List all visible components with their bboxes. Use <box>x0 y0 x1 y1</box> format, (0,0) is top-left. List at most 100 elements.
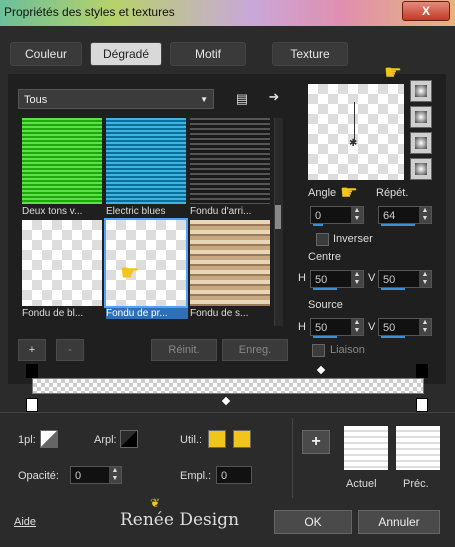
center-h-slider[interactable] <box>313 288 337 290</box>
title-bar: Propriétés des styles et textures X <box>0 0 455 26</box>
center-marker-icon: ✱ <box>349 138 358 149</box>
center-v-value: 50 <box>383 274 396 286</box>
spinner-icon[interactable]: ▲ ▼ <box>351 207 363 223</box>
angle-slider[interactable] <box>313 224 323 226</box>
radial-style-button[interactable] <box>410 158 432 180</box>
repeat-label: Répét. <box>376 187 409 199</box>
bottom-stop-marker[interactable] <box>416 398 428 412</box>
remove-gradient-button[interactable]: - <box>56 339 84 361</box>
invert-checkbox[interactable] <box>316 233 329 246</box>
pointing-hand-icon: ☛ <box>340 182 358 204</box>
source-h-slider[interactable] <box>313 336 337 338</box>
rectangular-style-button[interactable] <box>410 106 432 128</box>
empl-value: 0 <box>221 470 228 482</box>
opacity-field[interactable]: 0 ▲ ▼ <box>70 466 122 484</box>
repeat-slider[interactable] <box>381 224 415 226</box>
spinner-icon[interactable]: ▲ ▼ <box>419 319 431 335</box>
tab-pattern[interactable]: Motif <box>170 42 246 66</box>
thumb-swatch <box>106 118 186 204</box>
watermark-logo: Renée Design <box>120 510 240 530</box>
thumb-swatch <box>104 218 188 308</box>
thumb-label: Fondu de pr... <box>106 308 188 319</box>
pointing-hand-icon: ☛ <box>120 260 140 285</box>
color-swatch-2[interactable] <box>233 430 251 448</box>
center-v-field[interactable]: 50 ▲ ▼ <box>378 270 432 290</box>
top-stop-marker[interactable] <box>26 364 38 378</box>
divider <box>292 418 293 498</box>
category-value: Tous <box>24 94 48 106</box>
gradient-thumb-5[interactable]: ☛ Fondu de pr... <box>104 218 188 319</box>
center-h-value: 50 <box>315 274 328 286</box>
save-button[interactable]: Enreg. <box>222 339 288 361</box>
add-gradient-button[interactable]: + <box>18 339 46 361</box>
thumb-label: Fondu de s... <box>190 308 249 319</box>
opacity-label: Opacité: <box>18 470 59 482</box>
util-label: Util.: <box>180 434 202 446</box>
close-button[interactable]: X <box>402 1 450 21</box>
tab-gradient[interactable]: Dégradé <box>90 42 162 66</box>
center-h-label: H <box>298 272 306 284</box>
source-v-field[interactable]: 50 ▲ ▼ <box>378 318 432 338</box>
category-dropdown[interactable]: Tous ▼ <box>18 89 214 109</box>
scrollbar-thumb[interactable] <box>275 205 281 229</box>
thumb-label: Electric blues <box>106 206 166 217</box>
source-h-label: H <box>298 321 306 333</box>
spinner-icon[interactable]: ▲ ▼ <box>419 207 431 223</box>
empl-label: Empl.: <box>180 470 212 482</box>
gradient-thumb-4[interactable]: Fondu de bl... <box>22 220 102 319</box>
thumb-swatch <box>22 220 102 306</box>
document-icon[interactable]: ▤ <box>234 91 250 107</box>
gradient-thumb-3[interactable]: Fondu d'arri... <box>190 118 270 217</box>
tab-texture[interactable]: Texture <box>272 42 348 66</box>
source-v-value: 50 <box>383 322 396 334</box>
spinner-icon[interactable]: ▲ ▼ <box>419 271 431 287</box>
color-swatch-1[interactable] <box>208 430 226 448</box>
source-label: Source <box>308 299 343 311</box>
gradient-bar[interactable] <box>32 378 424 394</box>
tab-color[interactable]: Couleur <box>10 42 82 66</box>
center-label: Centre <box>308 251 342 263</box>
thumb-label: Fondu de bl... <box>22 308 84 319</box>
ok-button[interactable]: OK <box>274 510 352 534</box>
current-swatch[interactable] <box>344 426 388 470</box>
angle-label: Angle <box>308 187 337 199</box>
center-v-label: V <box>368 272 376 284</box>
link-checkbox[interactable] <box>312 344 325 357</box>
bottom-stop-marker[interactable] <box>26 398 38 412</box>
divider <box>0 412 455 413</box>
gradient-preview[interactable]: ✱ <box>308 84 404 180</box>
gradient-thumb-6[interactable]: Fondu de s... <box>190 220 270 319</box>
arpl-swatch[interactable] <box>120 430 138 448</box>
add-to-swatches-button[interactable]: + <box>302 430 330 454</box>
linear-style-button[interactable] <box>410 80 432 102</box>
source-h-field[interactable]: 50 ▲ ▼ <box>310 318 364 338</box>
help-link[interactable]: Aide <box>14 516 36 528</box>
invert-label: Inverser <box>333 233 373 245</box>
sunburst-style-button[interactable] <box>410 132 432 154</box>
top-stop-marker[interactable] <box>416 364 428 378</box>
source-v-slider[interactable] <box>381 336 405 338</box>
gradient-thumb-1[interactable]: Deux tons v... <box>22 118 102 217</box>
butterfly-icon: ❦ <box>150 496 161 510</box>
thumb-swatch <box>190 220 270 306</box>
repeat-value: 64 <box>383 210 396 222</box>
opacity-stop-swatch[interactable] <box>40 430 58 448</box>
empl-field[interactable]: 0 <box>216 466 252 484</box>
midpoint-marker[interactable] <box>221 396 231 406</box>
spinner-icon[interactable]: ▲ ▼ <box>109 467 121 483</box>
spinner-icon[interactable]: ▲ ▼ <box>351 319 363 335</box>
center-h-field[interactable]: 50 ▲ ▼ <box>310 270 364 290</box>
repeat-field[interactable]: 64 ▲ ▼ <box>378 206 432 226</box>
arrow-right-icon[interactable]: ➜ <box>266 89 282 105</box>
angle-line <box>354 102 355 142</box>
cancel-button[interactable]: Annuler <box>358 510 440 534</box>
opacity-stop-label: 1pl: <box>18 434 36 446</box>
previous-swatch[interactable] <box>396 426 440 470</box>
center-v-slider[interactable] <box>381 288 405 290</box>
angle-field[interactable]: 0 ▲ ▼ <box>310 206 364 226</box>
spinner-icon[interactable]: ▲ ▼ <box>351 271 363 287</box>
link-label: Liaison <box>330 344 365 356</box>
reset-button[interactable]: Réinit. <box>151 339 217 361</box>
thumb-label: Fondu d'arri... <box>190 206 252 217</box>
gradient-thumb-2[interactable]: Electric blues <box>106 118 186 217</box>
